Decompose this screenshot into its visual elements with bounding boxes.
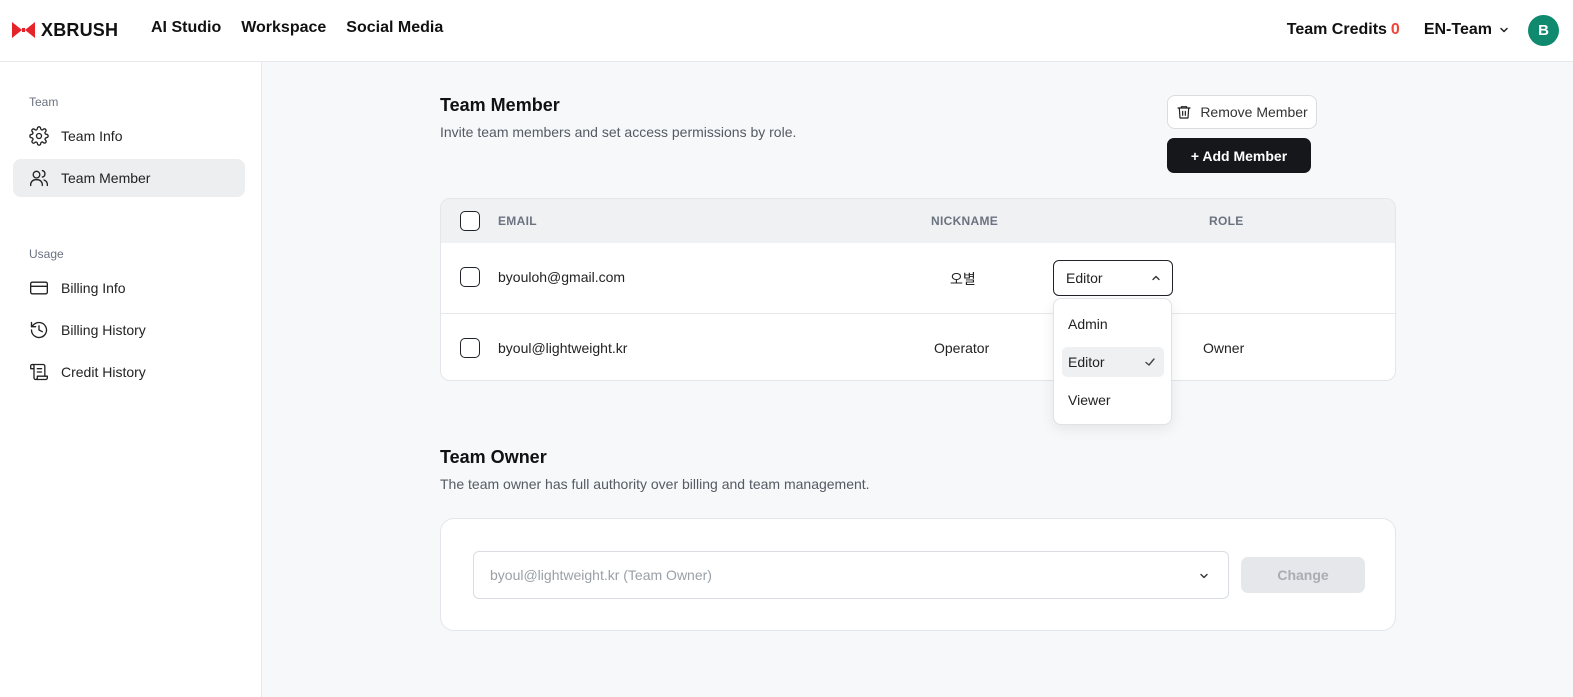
team-switcher-label: EN-Team xyxy=(1423,21,1492,38)
users-icon xyxy=(30,169,48,187)
role-option-editor[interactable]: Editor xyxy=(1062,347,1164,377)
nav-workspace[interactable]: Workspace xyxy=(241,19,326,37)
sidebar-item-team-info[interactable]: Team Info xyxy=(13,117,245,155)
credit-card-icon xyxy=(30,281,48,295)
gear-icon xyxy=(29,126,49,146)
team-owner-card: byoul@lightweight.kr (Team Owner) Change xyxy=(440,518,1396,631)
chevron-down-icon xyxy=(1500,27,1508,33)
team-owner-select[interactable]: byoul@lightweight.kr (Team Owner) xyxy=(473,551,1229,599)
trash-icon xyxy=(1177,106,1191,119)
scroll-icon xyxy=(30,363,48,381)
user-avatar[interactable]: B xyxy=(1528,14,1559,46)
team-owner-description: The team owner has full authority over b… xyxy=(440,476,870,492)
header-right: Team Credits 0 EN-Team B xyxy=(1287,14,1559,46)
column-nickname[interactable]: NICKNAME xyxy=(931,214,998,228)
top-navigation-bar: XBRUSH AI Studio Workspace Social Media … xyxy=(0,0,1573,62)
table-row: byouloh@gmail.com 오별 Editor xyxy=(441,243,1395,313)
sidebar-item-team-member[interactable]: Team Member xyxy=(13,159,245,197)
team-owner-select-value: byoul@lightweight.kr (Team Owner) xyxy=(490,567,712,583)
member-email: byoul@lightweight.kr xyxy=(498,340,628,356)
member-email: byouloh@gmail.com xyxy=(498,269,626,285)
sidebar-item-label: Billing Info xyxy=(61,280,126,296)
role-dropdown-menu: Admin Editor Viewer xyxy=(1053,298,1172,425)
brand-name: XBRUSH xyxy=(41,19,119,40)
role-select[interactable]: Editor xyxy=(1053,260,1173,296)
chevron-up-icon xyxy=(1152,275,1160,281)
sidebar-item-label: Team Info xyxy=(61,128,123,144)
role-option-label: Viewer xyxy=(1068,392,1111,408)
sidebar: Team Team Info Team Member Usage Billing… xyxy=(0,62,262,697)
member-role: Owner xyxy=(1203,340,1245,356)
team-credits-value: 0 xyxy=(1390,21,1400,38)
sidebar-item-label: Billing History xyxy=(61,322,146,338)
team-member-description: Invite team members and set access permi… xyxy=(440,124,797,140)
remove-member-label: Remove Member xyxy=(1200,104,1308,120)
column-email[interactable]: EMAIL xyxy=(498,214,537,228)
sidebar-section-team: Team xyxy=(29,95,59,109)
history-icon xyxy=(30,321,48,339)
main-nav: AI Studio Workspace Social Media xyxy=(151,19,443,37)
nav-ai-studio[interactable]: AI Studio xyxy=(151,19,221,37)
members-table: EMAIL NICKNAME ROLE byouloh@gmail.com 오별… xyxy=(440,198,1396,381)
check-icon xyxy=(1145,358,1155,366)
brand-logo[interactable]: XBRUSH xyxy=(12,18,118,42)
role-option-viewer[interactable]: Viewer xyxy=(1062,385,1164,415)
sidebar-item-billing-info[interactable]: Billing Info xyxy=(13,269,245,307)
sidebar-item-billing-history[interactable]: Billing History xyxy=(13,311,245,349)
column-role[interactable]: ROLE xyxy=(1209,214,1244,228)
table-row: byoul@lightweight.kr Operator Owner xyxy=(441,313,1395,380)
member-nickname: Operator xyxy=(934,340,990,356)
team-switcher[interactable]: EN-Team xyxy=(1424,21,1510,39)
table-header: EMAIL NICKNAME ROLE xyxy=(441,199,1395,243)
role-select-value: Editor xyxy=(1066,270,1103,286)
row-checkbox[interactable] xyxy=(460,267,480,287)
role-option-label: Editor xyxy=(1068,354,1105,370)
sidebar-section-usage: Usage xyxy=(29,247,64,261)
role-option-label: Admin xyxy=(1068,316,1108,332)
team-owner-title: Team Owner xyxy=(440,447,547,467)
team-member-title: Team Member xyxy=(440,95,560,115)
change-owner-button[interactable]: Change xyxy=(1241,557,1365,593)
sidebar-item-credit-history[interactable]: Credit History xyxy=(13,353,245,391)
member-nickname: 오별 xyxy=(950,271,976,287)
role-option-admin[interactable]: Admin xyxy=(1062,309,1164,339)
select-all-checkbox[interactable] xyxy=(460,211,480,231)
team-credits: Team Credits 0 xyxy=(1287,21,1400,39)
sidebar-item-label: Credit History xyxy=(61,364,146,380)
row-checkbox[interactable] xyxy=(460,338,480,358)
team-credits-label: Team Credits xyxy=(1286,21,1387,38)
remove-member-button[interactable]: Remove Member xyxy=(1167,95,1317,129)
chevron-down-icon xyxy=(1200,573,1208,579)
add-member-button[interactable]: + Add Member xyxy=(1167,138,1311,173)
xbrush-logo-icon xyxy=(12,22,35,38)
nav-social-media[interactable]: Social Media xyxy=(346,19,443,37)
sidebar-item-label: Team Member xyxy=(61,170,151,186)
